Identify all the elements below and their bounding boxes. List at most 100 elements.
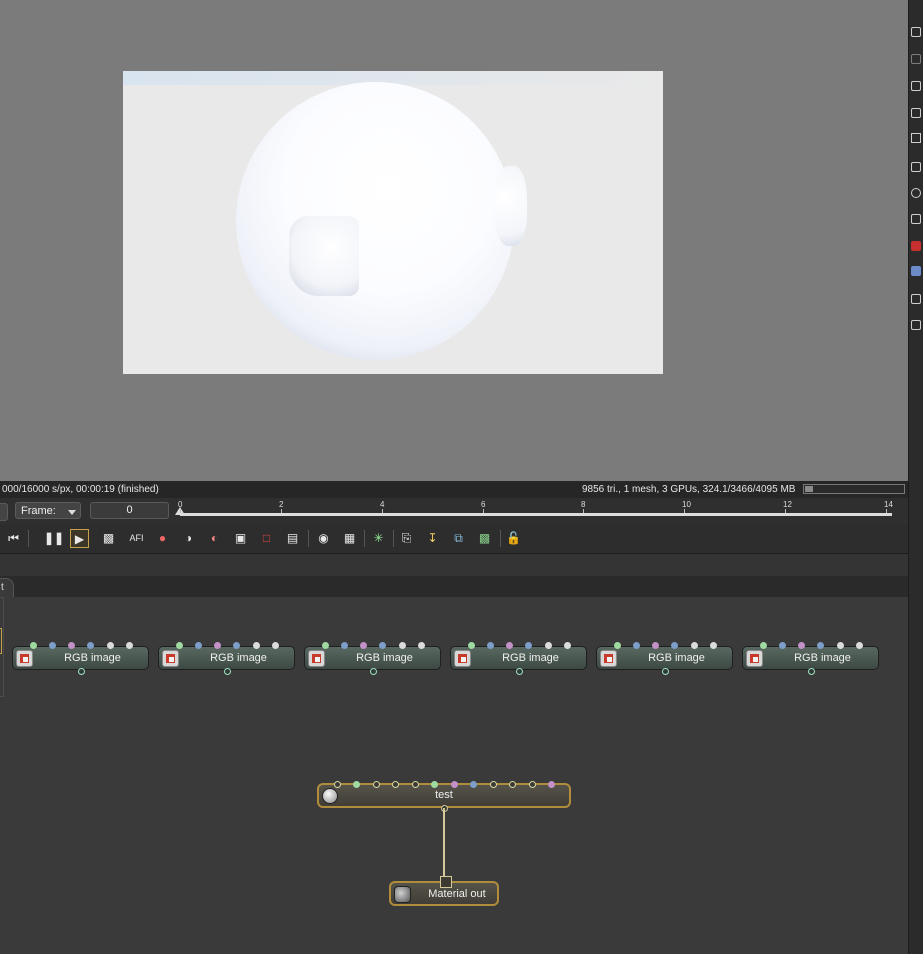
denoise-icon[interactable]: ◑: [179, 529, 198, 548]
panel-icon[interactable]: [911, 27, 921, 37]
output-pin[interactable]: [370, 668, 377, 675]
copy-icon[interactable]: ⧉: [449, 529, 468, 548]
input-pin[interactable]: [529, 781, 536, 788]
material-out-node[interactable]: Material out: [389, 876, 499, 906]
input-pin[interactable]: [837, 642, 844, 649]
render-pass-icon[interactable]: ◐: [205, 529, 224, 548]
input-pin[interactable]: [392, 781, 399, 788]
input-pin[interactable]: [798, 642, 805, 649]
output-pin[interactable]: [516, 668, 523, 675]
timeline-track[interactable]: [180, 513, 892, 516]
display-icon[interactable]: ▩: [99, 529, 118, 548]
input-pin[interactable]: [233, 642, 240, 649]
skip-back-icon[interactable]: ⏮: [4, 529, 23, 548]
play-icon[interactable]: ▶: [70, 529, 89, 548]
color-wheel-icon[interactable]: ●: [153, 529, 172, 548]
input-pin[interactable]: [30, 642, 37, 649]
red-object-icon[interactable]: [911, 241, 921, 251]
input-pin[interactable]: [360, 642, 367, 649]
output-pin[interactable]: [662, 668, 669, 675]
rgb-image-node[interactable]: RGB image: [596, 642, 733, 675]
input-pin[interactable]: [399, 642, 406, 649]
offscreen-node[interactable]: [0, 597, 4, 697]
clipboard-icon[interactable]: ⎘: [397, 529, 416, 548]
frame-number-input[interactable]: 0: [90, 502, 169, 519]
layers-icon[interactable]: [911, 81, 921, 91]
output-pin[interactable]: [224, 668, 231, 675]
panel-icon[interactable]: [911, 54, 921, 64]
output-pin[interactable]: [78, 668, 85, 675]
output-pin[interactable]: [808, 668, 815, 675]
rgb-image-node[interactable]: RGB image: [12, 642, 149, 675]
input-pin[interactable]: [779, 642, 786, 649]
region-icon[interactable]: ▣: [231, 529, 250, 548]
input-pin[interactable]: [760, 642, 767, 649]
input-pin[interactable]: [490, 781, 497, 788]
image-icon[interactable]: ▩: [475, 529, 494, 548]
export-icon[interactable]: ↧: [423, 529, 442, 548]
input-pin[interactable]: [272, 642, 279, 649]
layers-icon[interactable]: [911, 108, 921, 118]
input-pin[interactable]: [412, 781, 419, 788]
input-pin[interactable]: [253, 642, 260, 649]
input-pin[interactable]: [652, 642, 659, 649]
input-pin[interactable]: [671, 642, 678, 649]
input-pin[interactable]: [87, 642, 94, 649]
input-pin[interactable]: [214, 642, 221, 649]
zoom-icon[interactable]: ◉: [314, 529, 333, 548]
settings-icon[interactable]: [911, 320, 921, 330]
input-pin[interactable]: [691, 642, 698, 649]
input-pin[interactable]: [322, 642, 329, 649]
rgb-image-node[interactable]: RGB image: [158, 642, 295, 675]
input-pin[interactable]: [564, 642, 571, 649]
input-pin[interactable]: [418, 642, 425, 649]
input-pin[interactable]: [440, 876, 452, 888]
input-pin[interactable]: [470, 781, 477, 788]
checker-icon[interactable]: ▦: [340, 529, 359, 548]
timeline-ruler[interactable]: 0 2 4 6 8 10 12 14: [175, 498, 893, 524]
input-pin[interactable]: [373, 781, 380, 788]
input-pin[interactable]: [509, 781, 516, 788]
input-pin[interactable]: [68, 642, 75, 649]
rgb-image-node[interactable]: RGB image: [742, 642, 879, 675]
pause-icon[interactable]: ❚❚: [44, 529, 64, 548]
sphere-icon[interactable]: [911, 188, 921, 198]
afi-icon[interactable]: AFI: [127, 529, 146, 548]
lock-icon[interactable]: 🔓: [504, 529, 523, 548]
input-pin[interactable]: [633, 642, 640, 649]
input-pin[interactable]: [451, 781, 458, 788]
timeline-left-control[interactable]: [0, 503, 8, 521]
panel-icon[interactable]: [911, 162, 921, 172]
input-pin[interactable]: [341, 642, 348, 649]
input-pin[interactable]: [710, 642, 717, 649]
rgb-image-node[interactable]: RGB image: [304, 642, 441, 675]
input-pin[interactable]: [126, 642, 133, 649]
input-pin[interactable]: [353, 781, 360, 788]
grid-icon[interactable]: [911, 214, 921, 224]
input-pin[interactable]: [545, 642, 552, 649]
render-viewport[interactable]: [0, 0, 908, 481]
input-pin[interactable]: [107, 642, 114, 649]
input-pin[interactable]: [431, 781, 438, 788]
frame-dropdown[interactable]: Frame:: [15, 502, 81, 519]
camera-pick-icon[interactable]: ▤: [283, 529, 302, 548]
input-pin[interactable]: [176, 642, 183, 649]
input-pin[interactable]: [195, 642, 202, 649]
input-pin[interactable]: [506, 642, 513, 649]
rgb-image-node[interactable]: RGB image: [450, 642, 587, 675]
material-node[interactable]: test: [317, 781, 571, 812]
triangle-icon[interactable]: [911, 133, 921, 143]
graph-tab[interactable]: t: [0, 578, 14, 597]
input-pin[interactable]: [817, 642, 824, 649]
input-pin[interactable]: [548, 781, 555, 788]
input-pin[interactable]: [379, 642, 386, 649]
image-icon[interactable]: [911, 294, 921, 304]
input-pin[interactable]: [49, 642, 56, 649]
input-pin[interactable]: [525, 642, 532, 649]
gauge-icon[interactable]: ✳: [369, 529, 388, 548]
input-pin[interactable]: [487, 642, 494, 649]
input-pin[interactable]: [468, 642, 475, 649]
input-pin[interactable]: [334, 781, 341, 788]
input-pin[interactable]: [614, 642, 621, 649]
blue-object-icon[interactable]: [911, 266, 921, 276]
